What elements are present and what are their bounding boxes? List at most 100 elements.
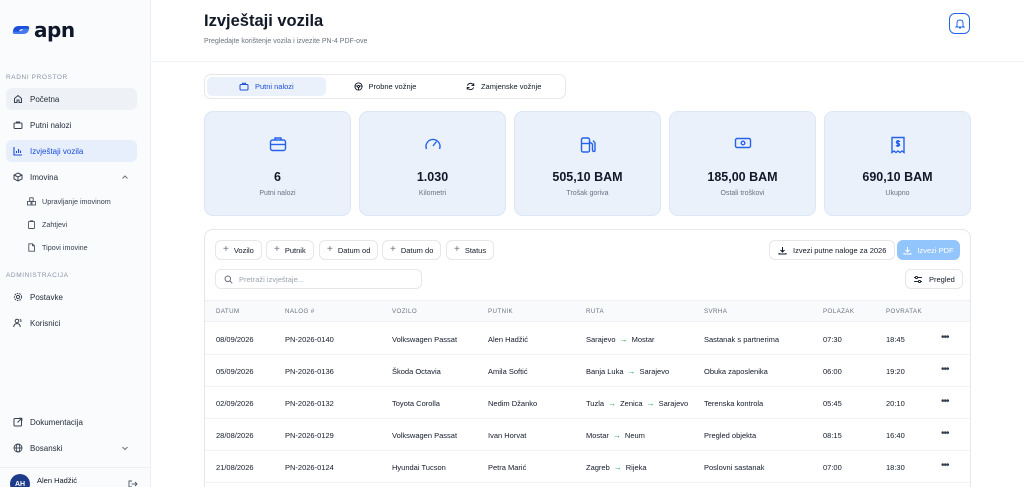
column-header-nalog[interactable]: NALOG # (285, 308, 315, 315)
export-year-label: Izvezi putne naloge za 2026 (793, 245, 887, 255)
download-icon (903, 246, 912, 254)
cell-purpose: Sastanak s partnerima (704, 335, 780, 344)
route-stop: Sarajevo (639, 367, 670, 376)
plus-icon: + (390, 244, 396, 255)
sidebar-item-dokumentacija[interactable]: Dokumentacija (6, 411, 137, 433)
cell-route: Banja Luka → Sarajevo (586, 367, 669, 376)
filter-status-button[interactable]: + Status (446, 240, 495, 260)
chevron-down-icon[interactable] (121, 444, 129, 452)
column-header-vozilo[interactable]: VOZILO (392, 308, 417, 315)
globe-icon (13, 443, 23, 453)
arrow-right-icon: → (613, 463, 622, 472)
stat-card-ukupno: 690,10 BAM Ukupno (824, 111, 971, 216)
sidebar-item-label: Korisnici (30, 318, 61, 328)
banknote-icon (734, 137, 751, 149)
cell-driver: Amila Softić (488, 367, 528, 376)
table-row[interactable]: 21/08/2026 PN-2026-0124 Hyundai Tucson P… (205, 451, 970, 483)
home-icon (14, 94, 22, 103)
cell-vehicle: Toyota Corolla (392, 399, 440, 408)
bell-icon (954, 19, 965, 29)
column-header-putnik[interactable]: PUTNIK (488, 308, 513, 315)
section-label-workspace: RADNI PROSTOR (6, 74, 68, 81)
sidebar-item-putni-nalozi[interactable]: Putni nalozi (6, 114, 137, 136)
cell-vehicle: Volkswagen Passat (392, 431, 458, 440)
sidebar-item-label: Početna (30, 94, 60, 104)
sidebar-item-izvjestaji-vozila[interactable]: Izvještaji vozila (6, 140, 137, 162)
filter-label: Datum do (400, 245, 434, 255)
sidebar-item-korisnici[interactable]: Korisnici (6, 312, 137, 334)
tab-putni-nalozi[interactable]: Putni nalozi (207, 77, 326, 96)
table-row[interactable]: 08/09/2026 PN-2026-0140 Volkswagen Passa… (205, 323, 970, 355)
brand-logo[interactable]: apn (11, 18, 75, 42)
table-row[interactable]: 02/09/2026 PN-2026-0132 Toyota Corolla N… (205, 387, 970, 419)
export-year-button[interactable]: Izvezi putne naloge za 2026 (769, 240, 896, 260)
sidebar-item-pocetna[interactable]: Početna (6, 88, 137, 110)
more-actions-icon[interactable]: ••• (941, 460, 949, 471)
language-label: Bosanski (30, 443, 63, 453)
cell-route: Tuzla → Zenica → Sarajevo (586, 399, 688, 408)
logout-icon[interactable] (128, 480, 138, 487)
export-pdf-button[interactable]: Izvezi PDF (897, 240, 960, 260)
cell-driver: Ivan Horvat (488, 431, 527, 440)
filter-label: Datum od (337, 245, 371, 255)
sidebar-item-imovina[interactable]: Imovina (6, 166, 137, 188)
view-options-button[interactable]: Pregled (905, 269, 963, 289)
tab-zamjenske-voznje[interactable]: Zamjenske vožnje (444, 77, 563, 96)
more-actions-icon[interactable]: ••• (941, 428, 949, 439)
search-icon (224, 275, 233, 284)
route-stop: Sarajevo (658, 399, 689, 408)
cell-order-number: PN-2026-0124 (285, 463, 334, 472)
stat-card-ostali-troskovi: 185,00 BAM Ostali troškovi (669, 111, 816, 216)
steering-wheel-icon (353, 82, 363, 91)
filter-datum-od-button[interactable]: + Datum od (319, 240, 379, 260)
cell-date: 05/09/2026 (216, 367, 254, 376)
cell-return: 18:45 (886, 335, 905, 344)
report-tabs: Putni nalozi Probne vožnje Zamjenske vož… (204, 74, 566, 99)
sidebar-subitem-tipovi-imovine[interactable]: Tipovi imovine (27, 243, 88, 252)
cell-purpose: Terenska kontrola (704, 399, 764, 408)
page-subtitle: Pregledajte korištenje vozila i izvezite… (204, 38, 368, 45)
user-profile[interactable]: AH Alen Hadžić (10, 474, 77, 487)
sidebar-subitem-label: Zahtjevi (42, 220, 68, 229)
language-select[interactable]: Bosanski (6, 437, 137, 459)
sidebar-item-postavke[interactable]: Postavke (6, 286, 137, 308)
column-header-polazak[interactable]: POLAZAK (823, 308, 854, 315)
sidebar-subitem-upravljanje-imovinom[interactable]: Upravljanje imovinom (27, 197, 111, 206)
arrow-right-icon: → (619, 335, 628, 344)
cell-departure: 07:30 (823, 335, 842, 344)
more-actions-icon[interactable]: ••• (941, 396, 949, 407)
column-header-svrha[interactable]: SVRHA (704, 308, 727, 315)
cell-vehicle: Hyundai Tucson (392, 463, 446, 472)
download-icon (778, 246, 787, 254)
stat-card-putni-nalozi: 6 Putni nalozi (204, 111, 351, 216)
more-actions-icon[interactable]: ••• (941, 364, 949, 375)
chevron-up-icon[interactable] (121, 173, 129, 181)
stat-label: Ukupno (885, 190, 910, 197)
column-header-povratak[interactable]: POVRATAK (886, 308, 922, 315)
search-input[interactable] (239, 274, 409, 284)
briefcase-icon (13, 121, 23, 129)
route-stop: Zagreb (586, 463, 610, 472)
filter-datum-do-button[interactable]: + Datum do (382, 240, 442, 260)
user-name: Alen Hadžić (37, 475, 78, 485)
filter-putnik-button[interactable]: + Putnik (266, 240, 314, 260)
more-actions-icon[interactable]: ••• (941, 332, 949, 343)
clipboard-icon (28, 220, 35, 229)
route-stop: Tuzla (586, 399, 605, 408)
cell-date: 28/08/2026 (216, 431, 254, 440)
tab-probne-voznje[interactable]: Probne vožnje (326, 77, 445, 96)
column-header-ruta[interactable]: RUTA (586, 308, 604, 315)
stat-label: Putni nalozi (259, 190, 296, 197)
sidebar-subitem-zahtjevi[interactable]: Zahtjevi (27, 220, 67, 229)
brand-name: apn (34, 18, 75, 42)
table-row[interactable]: 28/08/2026 PN-2026-0129 Volkswagen Passa… (205, 419, 970, 451)
cell-return: 16:40 (886, 431, 905, 440)
receipt-icon (890, 136, 905, 154)
table-row[interactable]: 05/09/2026 PN-2026-0136 Škoda Octavia Am… (205, 355, 970, 387)
cell-return: 20:10 (886, 399, 905, 408)
cell-date: 21/08/2026 (216, 463, 254, 472)
notifications-button[interactable] (949, 13, 970, 34)
filter-vozilo-button[interactable]: + Vozilo (215, 240, 262, 260)
cell-order-number: PN-2026-0129 (285, 431, 334, 440)
column-header-datum[interactable]: DATUM (216, 308, 240, 315)
